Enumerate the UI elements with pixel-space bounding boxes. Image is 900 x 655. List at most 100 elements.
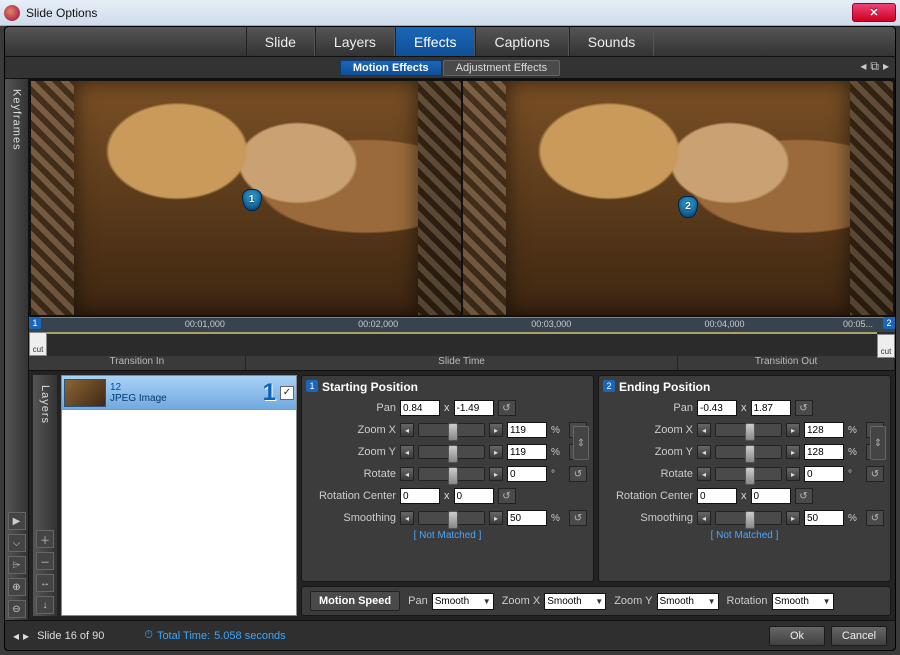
layers-sidebar: Layers ＋ － ↔ ↓	[33, 375, 57, 616]
prev-slide-icon[interactable]: ◂	[13, 629, 19, 643]
layer-down-icon[interactable]: ↓	[36, 596, 54, 614]
audio-waveform[interactable]	[47, 332, 877, 334]
layer-thumbnail	[64, 379, 106, 407]
sub-tabs: Motion Effects Adjustment Effects ◂ ⧉ ▸	[5, 57, 895, 79]
speed-rotation-select[interactable]: Smooth	[772, 593, 834, 610]
start-zoomy-input[interactable]	[507, 444, 547, 460]
zoomx-inc-icon[interactable]: ▸	[489, 423, 503, 437]
speed-pan-select[interactable]: Smooth	[432, 593, 494, 610]
layer-type: JPEG Image	[110, 393, 167, 404]
total-time-value: 5.058 seconds	[214, 630, 286, 642]
close-button[interactable]: ✕	[852, 3, 896, 22]
end-pan-y-input[interactable]	[751, 400, 791, 416]
prev-effect-icon[interactable]: ◂	[860, 59, 866, 74]
end-zoomx-input[interactable]	[804, 422, 844, 438]
end-not-matched-link[interactable]: [ Not Matched ]	[605, 530, 884, 541]
starting-position-panel: 1 Starting Position Pan x ↺ Zoom X ◂	[301, 375, 594, 582]
layers-label: Layers	[39, 385, 51, 424]
slide-counter: Slide 16 of 90	[37, 630, 104, 642]
timeline[interactable]: 1 00:01,000 00:02,000 00:03,000 00:04,00…	[29, 317, 895, 371]
end-smooth-input[interactable]	[804, 510, 844, 526]
copy-effect-icon[interactable]: ⧉	[870, 59, 879, 74]
slide-time-label: Slide Time	[246, 356, 679, 370]
start-heading: Starting Position	[322, 380, 587, 394]
time-ruler[interactable]: 1 00:01,000 00:02,000 00:03,000 00:04,00…	[29, 318, 895, 332]
keyframe-marker-1[interactable]: 1	[242, 189, 262, 211]
start-pan-y-input[interactable]	[454, 400, 494, 416]
clock-icon: ⏱	[144, 629, 153, 642]
add-layer-icon[interactable]: ＋	[36, 530, 54, 548]
titlebar: Slide Options ✕	[0, 0, 900, 26]
play-icon[interactable]: ▶	[8, 512, 26, 530]
keyframes-label: Keyframes	[11, 89, 23, 151]
main-tabs: Slide Layers Effects Captions Sounds	[5, 27, 895, 57]
reset-smooth-icon[interactable]: ↺	[569, 510, 587, 526]
smooth-slider[interactable]	[418, 511, 485, 525]
cancel-button[interactable]: Cancel	[831, 626, 887, 646]
preview-row: 1 2	[29, 79, 895, 317]
keyframe-marker-2[interactable]: 2	[678, 196, 698, 218]
transition-in-label: Transition In	[29, 356, 246, 370]
layer-row[interactable]: 12 JPEG Image 1 ✓	[62, 376, 296, 410]
reset-rotate-icon[interactable]: ↺	[569, 466, 587, 482]
start-smooth-input[interactable]	[507, 510, 547, 526]
zoom-out-icon[interactable]: ⊖	[8, 600, 26, 618]
start-rotate-input[interactable]	[507, 466, 547, 482]
zoomx-slider[interactable]	[418, 423, 485, 437]
layer-index: 1	[263, 379, 276, 407]
remove-layer-icon[interactable]: －	[36, 552, 54, 570]
tab-captions[interactable]: Captions	[475, 27, 568, 56]
window-title: Slide Options	[26, 6, 852, 20]
tab-effects[interactable]: Effects	[395, 27, 476, 56]
end-rc-y-input[interactable]	[751, 488, 791, 504]
start-pan-x-input[interactable]	[400, 400, 440, 416]
tab-sounds[interactable]: Sounds	[569, 27, 654, 56]
tab-layers[interactable]: Layers	[315, 27, 395, 56]
start-rc-x-input[interactable]	[400, 488, 440, 504]
layers-panel: 12 JPEG Image 1 ✓	[61, 375, 297, 616]
next-effect-icon[interactable]: ▸	[883, 59, 889, 74]
end-heading: Ending Position	[619, 380, 884, 394]
start-not-matched-link[interactable]: [ Not Matched ]	[308, 530, 587, 541]
speed-zoomy-select[interactable]: Smooth	[657, 593, 719, 610]
zoom-link-icon[interactable]: ⇕	[573, 426, 589, 460]
zoom-link-icon[interactable]: ⇕	[870, 426, 886, 460]
remove-keyframe-icon[interactable]: ⌲	[8, 556, 26, 574]
end-rc-x-input[interactable]	[697, 488, 737, 504]
footer: ◂ ▸ Slide 16 of 90 ⏱ Total Time: 5.058 s…	[5, 620, 895, 650]
ending-position-panel: 2 Ending Position Pan x ↺ Zoom X ◂▸ %	[598, 375, 891, 582]
start-zoomx-input[interactable]	[507, 422, 547, 438]
ok-button[interactable]: Ok	[769, 626, 825, 646]
zoom-in-icon[interactable]: ⊕	[8, 578, 26, 596]
transition-out-label: Transition Out	[678, 356, 895, 370]
end-badge: 2	[603, 380, 615, 392]
zoomx-dec-icon[interactable]: ◂	[400, 423, 414, 437]
speed-zoomx-select[interactable]: Smooth	[544, 593, 606, 610]
zoomy-slider[interactable]	[418, 445, 485, 459]
start-badge: 1	[306, 380, 318, 392]
start-rc-y-input[interactable]	[454, 488, 494, 504]
dialog-frame: Slide Layers Effects Captions Sounds Mot…	[4, 26, 896, 651]
cut-out-button[interactable]: cut	[877, 334, 895, 358]
tab-slide[interactable]: Slide	[246, 27, 315, 56]
app-icon	[4, 5, 20, 21]
add-keyframe-icon[interactable]: ⌵	[8, 534, 26, 552]
end-zoomy-input[interactable]	[804, 444, 844, 460]
cut-in-button[interactable]: cut	[29, 332, 47, 356]
move-layer-icon[interactable]: ↔	[36, 574, 54, 592]
reset-pan-icon[interactable]: ↺	[498, 400, 516, 416]
subtab-adjustment-effects[interactable]: Adjustment Effects	[443, 60, 561, 76]
layer-name: 12	[110, 382, 167, 393]
layer-visible-checkbox[interactable]: ✓	[280, 386, 294, 400]
end-rotate-input[interactable]	[804, 466, 844, 482]
end-pan-x-input[interactable]	[697, 400, 737, 416]
ruler-start-keyframe[interactable]: 1	[29, 317, 41, 329]
rotate-slider[interactable]	[418, 467, 485, 481]
reset-rc-icon[interactable]: ↺	[498, 488, 516, 504]
ruler-end-keyframe[interactable]: 2	[883, 317, 895, 329]
next-slide-icon[interactable]: ▸	[23, 629, 29, 643]
subtab-motion-effects[interactable]: Motion Effects	[340, 60, 442, 76]
start-preview[interactable]: 1	[31, 81, 461, 315]
end-preview[interactable]: 2	[463, 81, 893, 315]
motion-speed-heading: Motion Speed	[310, 591, 400, 611]
